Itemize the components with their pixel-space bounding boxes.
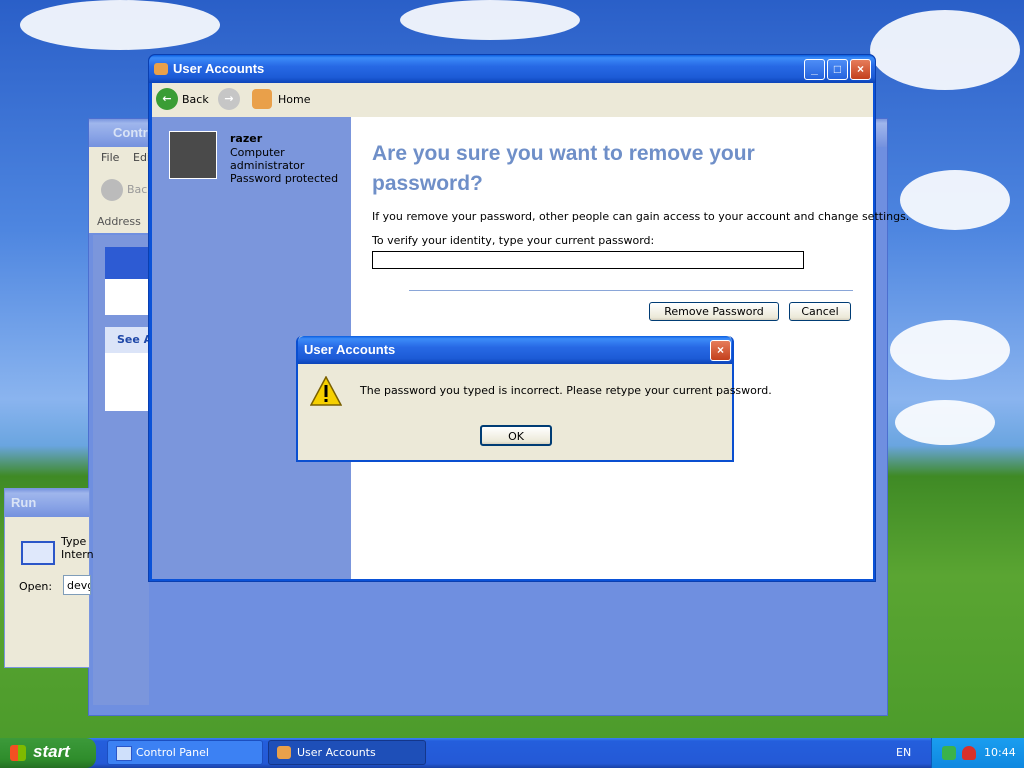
clock: 10:44: [984, 746, 1016, 759]
cloud: [900, 170, 1010, 230]
remove-password-button[interactable]: Remove Password: [649, 302, 779, 321]
maximize-button[interactable]: □: [827, 59, 848, 80]
user-accounts-title: User Accounts: [173, 61, 265, 76]
start-label: start: [33, 742, 70, 761]
run-description-2: Intern: [61, 548, 94, 561]
toolbar-back-label[interactable]: Back: [182, 93, 209, 106]
control-panel-menubar: File Edit: [89, 147, 154, 169]
account-name: razer: [230, 132, 263, 145]
see-also-box: See Also: [105, 327, 149, 411]
account-status: Password protected: [230, 172, 339, 185]
taskbar-item-control-panel[interactable]: Control Panel: [107, 740, 263, 765]
account-avatar: [169, 131, 217, 179]
warning-text: If you remove your password, other peopl…: [372, 210, 910, 223]
start-button[interactable]: start: [0, 738, 96, 768]
run-icon: [21, 541, 55, 565]
windows-logo-icon: [10, 745, 26, 761]
home-icon[interactable]: [252, 89, 272, 109]
account-type-1: Computer: [230, 146, 285, 159]
run-titlebar[interactable]: Run: [5, 489, 89, 517]
run-dialog[interactable]: Run Type Intern Open: devg: [4, 488, 94, 668]
ok-button[interactable]: OK: [480, 425, 552, 446]
user-accounts-app-icon: [154, 63, 168, 75]
run-open-input[interactable]: devg: [63, 575, 91, 595]
error-dialog[interactable]: User Accounts × The password you typed i…: [296, 336, 772, 462]
control-panel-task-label: Control Panel: [136, 746, 209, 759]
back-arrow-icon[interactable]: ←: [156, 88, 178, 110]
control-panel-header[interactable]: [105, 247, 149, 279]
account-type-2: administrator: [230, 159, 305, 172]
network-icon[interactable]: [942, 746, 956, 760]
control-panel-box: [105, 247, 149, 315]
page-title: Are you sure you want to remove your pas…: [372, 142, 755, 195]
minimize-button[interactable]: _: [804, 59, 825, 80]
run-title: Run: [11, 495, 37, 510]
error-titlebar[interactable]: User Accounts ×: [298, 336, 732, 364]
cloud: [895, 400, 995, 445]
language-indicator[interactable]: EN: [896, 746, 911, 759]
security-shield-icon[interactable]: [962, 746, 976, 760]
control-panel-task-pane: See Also: [93, 235, 149, 705]
taskbar: start Control Panel User Accounts EN 10:…: [0, 738, 1024, 768]
warning-icon: [310, 376, 342, 406]
run-description-1: Type: [61, 535, 87, 548]
current-password-input[interactable]: [372, 251, 804, 269]
cloud: [870, 10, 1020, 90]
error-message: The password you typed is incorrect. Ple…: [360, 384, 772, 397]
toolbar-home-label[interactable]: Home: [278, 93, 310, 106]
error-close-button[interactable]: ×: [710, 340, 731, 361]
menu-file[interactable]: File: [101, 151, 119, 164]
close-button[interactable]: ×: [850, 59, 871, 80]
system-tray: 10:44: [931, 738, 1024, 768]
content-divider: [409, 290, 853, 291]
user-accounts-toolbar: ← Back → Home: [152, 83, 873, 117]
see-also-header: See Also: [105, 327, 149, 353]
cloud: [400, 0, 580, 40]
taskbar-item-user-accounts[interactable]: User Accounts: [268, 740, 426, 765]
control-panel-task-icon: [116, 746, 132, 761]
user-accounts-titlebar[interactable]: User Accounts _ □ ×: [149, 55, 875, 83]
verify-label: To verify your identity, type your curre…: [372, 234, 655, 247]
cloud: [890, 320, 1010, 380]
run-open-label: Open:: [19, 580, 53, 593]
back-icon[interactable]: [101, 179, 123, 201]
cancel-button[interactable]: Cancel: [789, 302, 851, 321]
address-bar: Address: [89, 211, 149, 233]
user-accounts-window[interactable]: User Accounts _ □ × ← Back → Home razer …: [148, 54, 909, 582]
forward-arrow-icon[interactable]: →: [218, 88, 240, 110]
user-accounts-task-icon: [277, 746, 291, 759]
user-accounts-task-label: User Accounts: [297, 746, 376, 759]
control-panel-toolbar: Back: [89, 169, 154, 211]
cloud: [20, 0, 220, 50]
address-label: Address: [97, 215, 141, 228]
error-title: User Accounts: [304, 342, 396, 357]
